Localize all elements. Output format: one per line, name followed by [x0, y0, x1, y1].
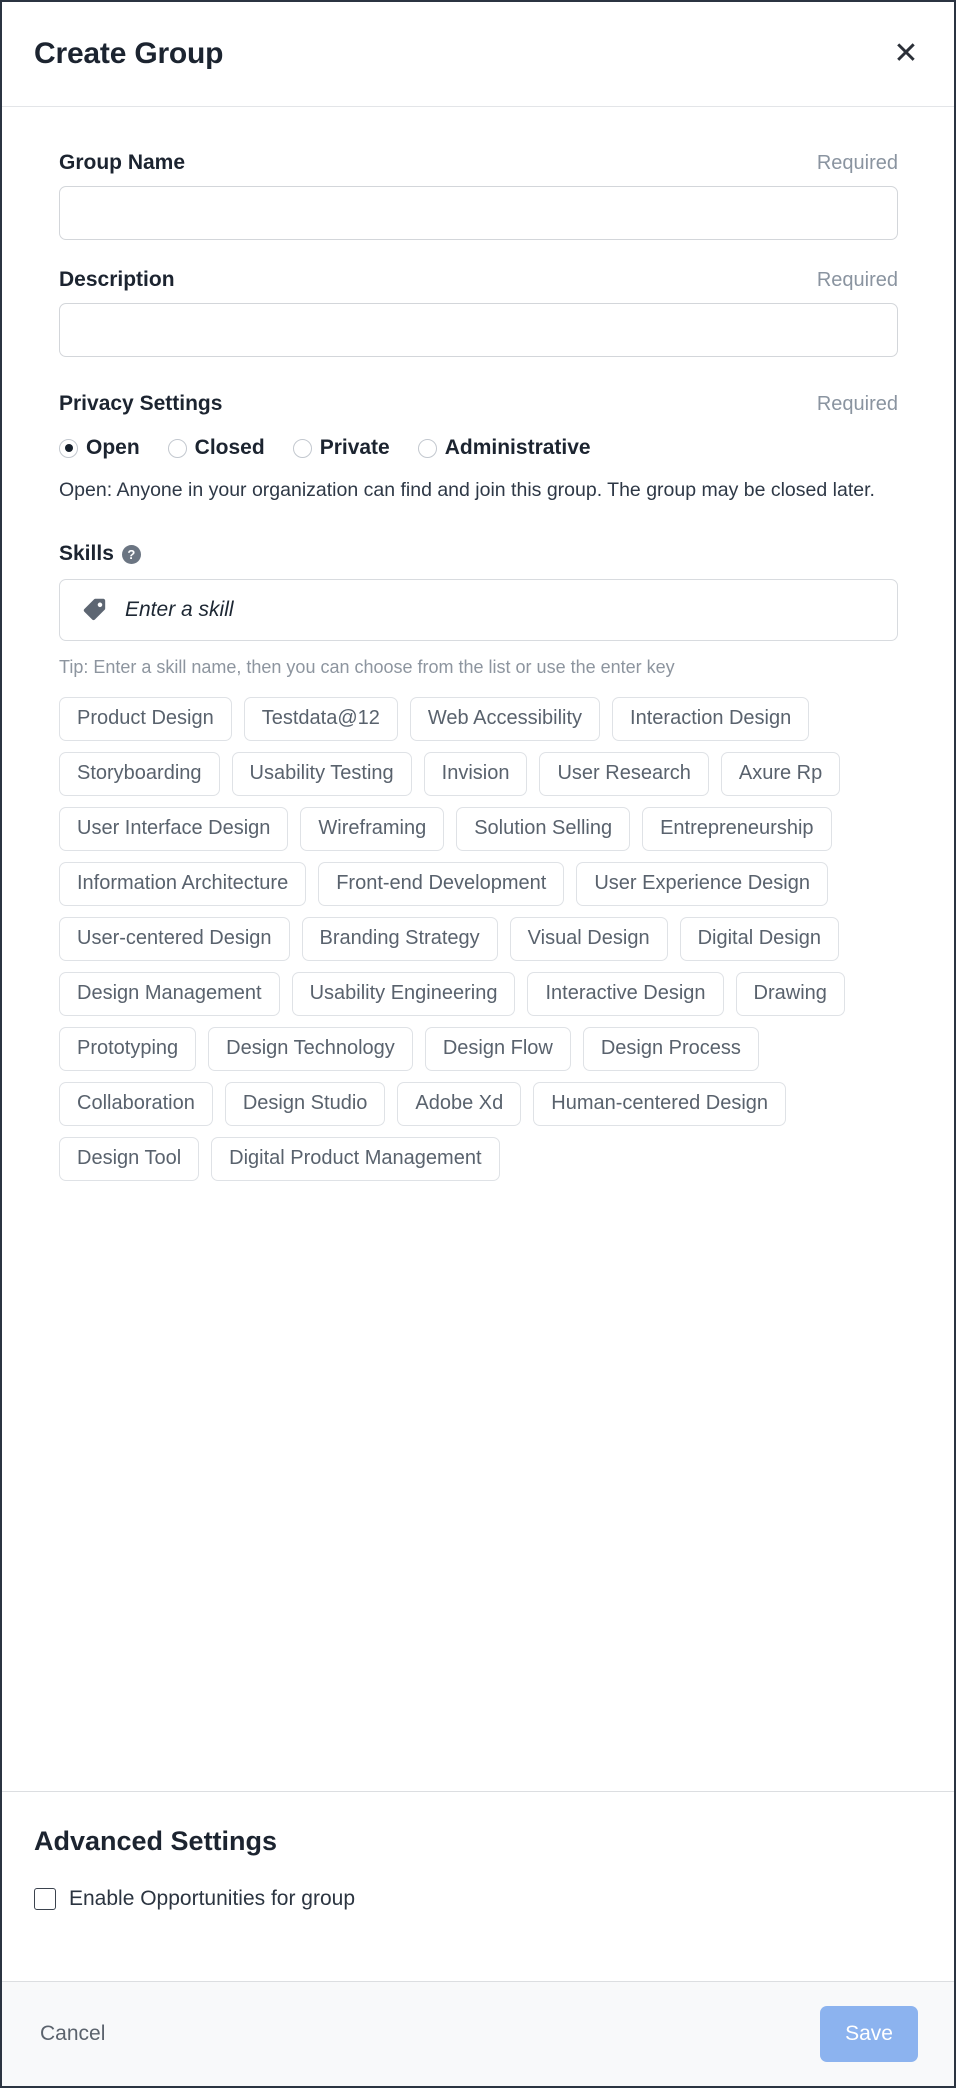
- group-name-label-row: Group Name Required: [59, 151, 898, 175]
- description-field-block: Description Required: [59, 268, 898, 357]
- privacy-description-text: Open: Anyone in your organization can fi…: [59, 479, 875, 501]
- checkbox-icon[interactable]: [34, 1888, 56, 1910]
- radio-circle-icon: [167, 438, 187, 458]
- skill-chip[interactable]: Axure Rp: [720, 752, 841, 797]
- radio-circle-icon: [417, 438, 437, 458]
- skill-chip[interactable]: User Interface Design: [59, 807, 289, 852]
- skill-chip[interactable]: Design Technology: [208, 1027, 413, 1072]
- modal-footer: Cancel Save: [2, 1981, 954, 2086]
- description-label: Description: [59, 268, 175, 291]
- skill-chip[interactable]: Human-centered Design: [533, 1082, 787, 1127]
- description-required-badge: Required: [816, 269, 898, 291]
- skill-chip[interactable]: Adobe Xd: [397, 1082, 522, 1127]
- skill-chip[interactable]: Visual Design: [509, 917, 668, 962]
- skill-chip[interactable]: Testdata@12: [243, 697, 398, 742]
- skill-chip[interactable]: Branding Strategy: [301, 917, 498, 962]
- skill-chip[interactable]: Invision: [423, 752, 528, 797]
- radio-circle-icon: [292, 438, 312, 458]
- radio-option-administrative[interactable]: Administrative: [417, 436, 591, 460]
- skill-chip[interactable]: User-centered Design: [59, 917, 290, 962]
- privacy-settings-label: Privacy Settings: [59, 392, 223, 415]
- privacy-required-badge: Required: [816, 393, 898, 415]
- enable-opportunities-checkbox-row[interactable]: Enable Opportunities for group: [34, 1887, 922, 1911]
- create-group-modal: Create Group ✕ Group Name Required Descr…: [0, 0, 956, 2088]
- skill-chip[interactable]: Interaction Design: [612, 697, 810, 742]
- radio-label-open: Open: [86, 436, 140, 459]
- skill-chip[interactable]: User Experience Design: [576, 862, 828, 907]
- privacy-settings-block: Privacy Settings Required Open Closed Pr…: [59, 392, 898, 504]
- save-button[interactable]: Save: [820, 2006, 918, 2062]
- advanced-settings-section: Advanced Settings Enable Opportunities f…: [2, 1791, 954, 1981]
- skill-chip[interactable]: Front-end Development: [318, 862, 565, 907]
- skill-input-wrapper[interactable]: [59, 579, 898, 642]
- skill-chip[interactable]: Design Process: [582, 1027, 759, 1072]
- skill-chip[interactable]: Product Design: [59, 697, 232, 742]
- modal-header: Create Group ✕: [2, 2, 954, 107]
- skill-chip[interactable]: Wireframing: [300, 807, 445, 852]
- group-name-field-block: Group Name Required: [59, 151, 898, 240]
- radio-option-private[interactable]: Private: [292, 436, 390, 460]
- skills-block: Skills ? Tip: Enter a skill name, then y…: [59, 542, 898, 1182]
- skill-chip[interactable]: Usability Engineering: [291, 972, 516, 1017]
- skill-chip[interactable]: Collaboration: [59, 1082, 213, 1127]
- privacy-label-row: Privacy Settings Required: [59, 392, 898, 416]
- radio-option-closed[interactable]: Closed: [167, 436, 265, 460]
- radio-label-closed: Closed: [194, 436, 265, 459]
- page-title: Create Group: [34, 37, 224, 70]
- help-circle-icon[interactable]: ?: [121, 544, 141, 564]
- skill-chip[interactable]: Information Architecture: [59, 862, 307, 907]
- radio-option-open[interactable]: Open: [59, 436, 140, 460]
- skill-chip[interactable]: Digital Design: [679, 917, 839, 962]
- group-name-required-badge: Required: [816, 152, 898, 174]
- skill-tip-text: Tip: Enter a skill name, then you can ch…: [59, 657, 675, 678]
- skill-chip[interactable]: Entrepreneurship: [642, 807, 832, 852]
- radio-label-administrative: Administrative: [444, 436, 591, 459]
- group-name-label: Group Name: [59, 151, 186, 174]
- enable-opportunities-label: Enable Opportunities for group: [69, 1887, 356, 1910]
- advanced-settings-title: Advanced Settings: [34, 1826, 278, 1856]
- skill-chip[interactable]: Interactive Design: [527, 972, 724, 1017]
- cancel-button[interactable]: Cancel: [36, 2016, 109, 2052]
- skill-chip[interactable]: Solution Selling: [456, 807, 631, 852]
- skill-chip[interactable]: Design Flow: [424, 1027, 571, 1072]
- skill-chip[interactable]: Design Management: [59, 972, 280, 1017]
- privacy-radio-group: Open Closed Private Administrative: [59, 436, 898, 460]
- skill-chip[interactable]: Storyboarding: [59, 752, 220, 797]
- description-label-row: Description Required: [59, 268, 898, 292]
- group-name-input[interactable]: [59, 186, 898, 240]
- skill-input[interactable]: [125, 580, 897, 641]
- radio-label-private: Private: [319, 436, 390, 459]
- skill-chip[interactable]: Design Tool: [59, 1137, 200, 1182]
- skill-chip[interactable]: Digital Product Management: [211, 1137, 500, 1182]
- skill-chip[interactable]: Drawing: [735, 972, 845, 1017]
- skill-chip[interactable]: Design Studio: [224, 1082, 386, 1127]
- description-input[interactable]: [59, 303, 898, 357]
- skill-suggestion-list: Product Design Testdata@12 Web Accessibili…: [59, 697, 898, 1182]
- skill-chip[interactable]: Web Accessibility: [409, 697, 601, 742]
- skill-chip[interactable]: Usability Testing: [231, 752, 412, 797]
- tag-icon: [83, 598, 106, 621]
- skill-chip[interactable]: Prototyping: [59, 1027, 197, 1072]
- skills-label: Skills: [59, 542, 114, 566]
- skills-label-row: Skills ?: [59, 542, 898, 566]
- skill-chip[interactable]: User Research: [539, 752, 709, 797]
- close-icon[interactable]: ✕: [886, 34, 926, 74]
- modal-body: Group Name Required Description Required…: [2, 107, 954, 1791]
- radio-circle-icon: [59, 438, 78, 458]
